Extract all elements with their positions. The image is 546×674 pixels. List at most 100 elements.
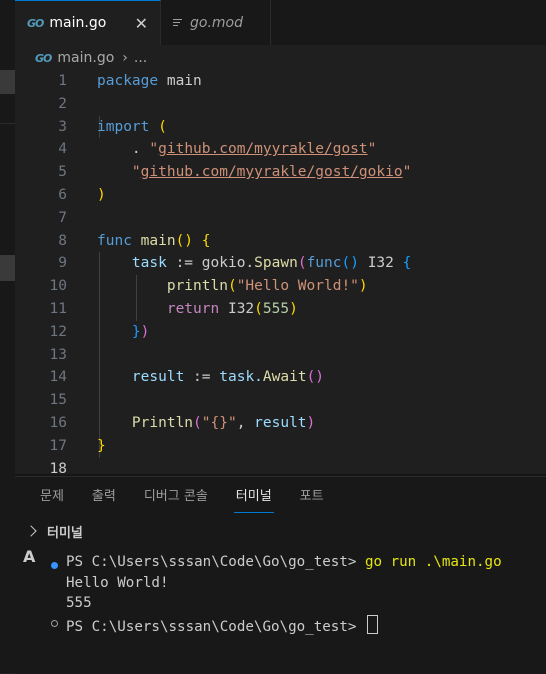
code-line: 4 . "github.com/myyrakle/gost"	[15, 138, 546, 161]
code-line: 11 return I32(555)	[15, 298, 546, 321]
code-token: "	[149, 141, 159, 158]
tab-debug-console[interactable]: 디버그 콘솔	[144, 477, 208, 517]
code-token: "	[402, 164, 412, 181]
tab-main-go[interactable]: GO main.go ✕	[15, 0, 161, 45]
go-file-icon: GO	[27, 16, 44, 30]
code-token: func	[97, 232, 132, 249]
line-number: 17	[49, 437, 67, 454]
code-token: (	[227, 278, 237, 295]
terminal-tabs-sidebar: A	[15, 543, 43, 674]
import-path-link[interactable]: github.com/myyrakle/gost/gokio	[141, 164, 403, 180]
activity-marker	[0, 255, 15, 281]
code-token: task	[131, 255, 167, 272]
code-token: func	[306, 255, 342, 272]
code-token: ()	[175, 232, 194, 249]
code-line: 16 Println("{}", result)	[15, 412, 546, 435]
line-number: 7	[58, 209, 67, 226]
code-line: 12 })	[15, 321, 546, 344]
line-number: 13	[49, 346, 67, 363]
code-token: 555	[262, 300, 290, 317]
terminal-prompt: PS C:\Users\sssan\Code\Go\go_test>	[66, 619, 365, 635]
code-editor[interactable]: 1 package main 2 3 import ( 4 . "github.co…	[15, 70, 546, 477]
terminal-line: 555	[66, 595, 92, 611]
bottom-panel: 문제 출력 디버그 콘솔 터미널 포트 터미널 A PS C:\Users\ss…	[15, 476, 546, 674]
terminal-prompt: PS C:\Users\sssan\Code\Go\go_test>	[66, 554, 365, 570]
code-token: return	[166, 300, 220, 317]
code-line: 8 func main() {	[15, 230, 546, 253]
panel-tabs: 문제 출력 디버그 콘솔 터미널 포트	[15, 477, 546, 517]
code-line: 2	[15, 93, 546, 116]
code-token: (	[193, 414, 202, 431]
activity-marker	[0, 70, 15, 94]
code-line: 14 result := task.Await()	[15, 366, 546, 389]
editor-tab-bar: GO main.go ✕ go.mod	[15, 0, 546, 45]
breadcrumb-file[interactable]: main.go	[57, 50, 114, 66]
activity-divider	[0, 123, 15, 124]
terminal-line: Hello World!	[66, 575, 169, 591]
terminal-section-header[interactable]: 터미널	[15, 519, 546, 543]
code-token: ,	[236, 414, 246, 431]
terminal-section-title: 터미널	[47, 525, 83, 541]
code-token: )	[140, 323, 150, 340]
code-line: 15	[15, 389, 546, 412]
code-token: task.	[219, 369, 263, 386]
code-token: I32	[367, 255, 394, 272]
line-number: 10	[49, 278, 67, 295]
line-number: 12	[49, 323, 67, 340]
import-path-link[interactable]: github.com/myyrakle/gost	[158, 141, 368, 157]
code-token: ()	[341, 255, 359, 272]
code-token: result	[254, 414, 307, 431]
code-token: {	[402, 255, 412, 272]
activity-strip	[0, 0, 15, 673]
code-token: "{}"	[201, 414, 237, 431]
command-idle-icon[interactable]	[51, 620, 58, 627]
line-number: 4	[58, 141, 67, 158]
terminal-command: go run .\main.go	[364, 554, 502, 570]
tab-ports[interactable]: 포트	[300, 477, 324, 517]
code-line: 5 "github.com/myyrakle/gost/gokio"	[15, 161, 546, 184]
code-token: println	[166, 278, 228, 295]
line-number: 14	[49, 369, 67, 386]
code-token: "Hello World!"	[236, 278, 359, 295]
line-number: 15	[49, 392, 67, 409]
code-token: (	[297, 255, 307, 272]
lines-file-icon	[173, 17, 182, 28]
chevron-right-icon: ›	[122, 50, 128, 66]
code-line: 13	[15, 344, 546, 367]
tab-output[interactable]: 출력	[92, 477, 116, 517]
line-number: 6	[58, 186, 67, 203]
go-file-icon: GO	[35, 51, 52, 65]
code-token: (	[158, 118, 167, 135]
code-token: )	[306, 414, 316, 431]
line-number: 9	[58, 255, 67, 272]
code-line: 9 task := gokio.Spawn(func() I32 {	[15, 252, 546, 275]
code-token: Await	[262, 369, 307, 386]
code-token: "	[131, 164, 141, 181]
code-token: )	[97, 186, 106, 203]
terminal-output[interactable]: PS C:\Users\sssan\Code\Go\go_test> go ru…	[43, 543, 546, 674]
terminal-line: PS C:\Users\sssan\Code\Go\go_test> go ru…	[66, 554, 502, 570]
code-token: result	[131, 369, 185, 386]
code-line: 10 println("Hello World!")	[15, 275, 546, 298]
code-token: Spawn	[254, 255, 298, 272]
tab-terminal[interactable]: 터미널	[233, 477, 274, 517]
terminal-cursor	[366, 615, 378, 634]
tab-problems[interactable]: 문제	[40, 477, 64, 517]
code-token: :=	[193, 369, 211, 386]
code-token: import	[97, 118, 150, 135]
code-line: 6)	[15, 184, 546, 207]
line-number: 16	[49, 414, 67, 431]
code-token: gokio.	[201, 255, 255, 272]
code-token: main	[166, 73, 202, 89]
code-line: 7	[15, 207, 546, 230]
tab-go-mod[interactable]: go.mod	[161, 0, 271, 45]
code-token: "	[367, 141, 377, 158]
command-success-icon[interactable]	[51, 562, 58, 569]
code-token: (	[254, 300, 263, 317]
powershell-icon[interactable]: A	[23, 547, 35, 566]
close-icon[interactable]: ✕	[135, 14, 148, 33]
breadcrumb-symbols[interactable]: ...	[134, 50, 147, 66]
tab-label: main.go	[49, 15, 107, 31]
code-token: }	[97, 437, 106, 454]
code-token: {	[201, 232, 211, 249]
